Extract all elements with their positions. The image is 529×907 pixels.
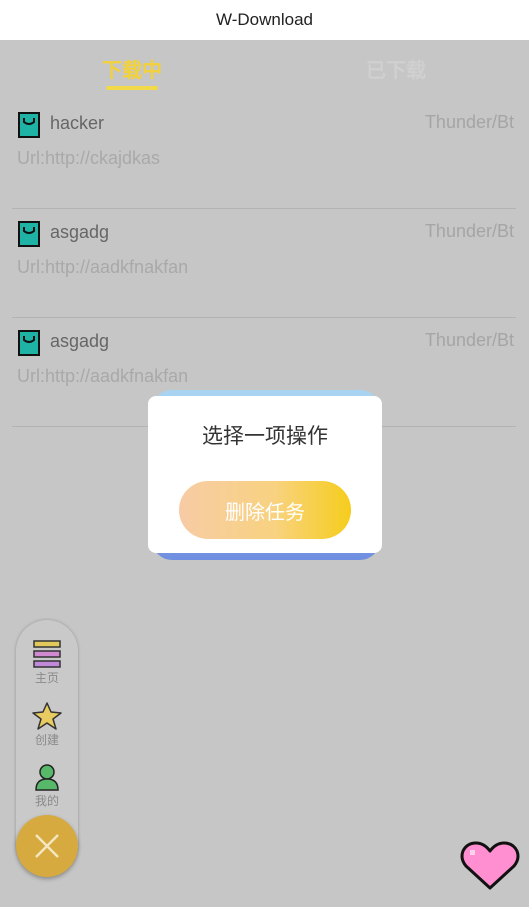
dialog-title: 选择一项操作 (202, 424, 328, 448)
nav-item-profile[interactable]: 我的 (16, 763, 78, 809)
user-icon (35, 764, 59, 791)
task-url: Url:http://aadkfnakfan (17, 366, 189, 386)
menu-icon (33, 640, 61, 668)
heart-icon[interactable] (460, 840, 520, 892)
task-type: Thunder/Bt (424, 330, 514, 350)
file-icon (18, 221, 40, 247)
file-icon (18, 112, 40, 138)
file-icon (18, 330, 40, 356)
nav-item-create[interactable]: 创建 (16, 702, 78, 748)
task-url: Url:http://aadkfnakfan (17, 257, 189, 277)
close-menu-button[interactable] (16, 815, 78, 877)
app-title: W-Download (215, 10, 313, 29)
task-name: hacker (50, 113, 105, 133)
nav-label-home: 主页 (34, 671, 59, 685)
tab-bar: 下载中 已下载 (0, 40, 529, 100)
task-item[interactable]: asgadg Thunder/Bt Url:http://aadkfnakfan (12, 209, 516, 318)
delete-task-button[interactable]: 删除任务 (179, 481, 351, 539)
active-tab-indicator (106, 86, 158, 90)
task-name: asgadg (50, 222, 110, 242)
task-url: Url:http://ckajdkas (17, 148, 161, 168)
task-item[interactable]: hacker Thunder/Bt Url:http://ckajdkas (12, 100, 516, 209)
task-type: Thunder/Bt (424, 221, 514, 241)
nav-label-create: 创建 (34, 733, 59, 747)
action-dialog: 选择一项操作 删除任务 (148, 396, 382, 553)
close-icon (35, 834, 59, 858)
tab-downloading[interactable]: 下载中 (102, 54, 162, 83)
nav-item-home[interactable]: 主页 (16, 640, 78, 686)
app-title-bar: W-Download (0, 0, 529, 40)
tab-downloaded[interactable]: 已下载 (366, 54, 426, 83)
nav-label-profile: 我的 (34, 794, 59, 808)
task-name: asgadg (50, 331, 110, 351)
task-type: Thunder/Bt (424, 112, 514, 132)
star-icon (32, 702, 62, 730)
